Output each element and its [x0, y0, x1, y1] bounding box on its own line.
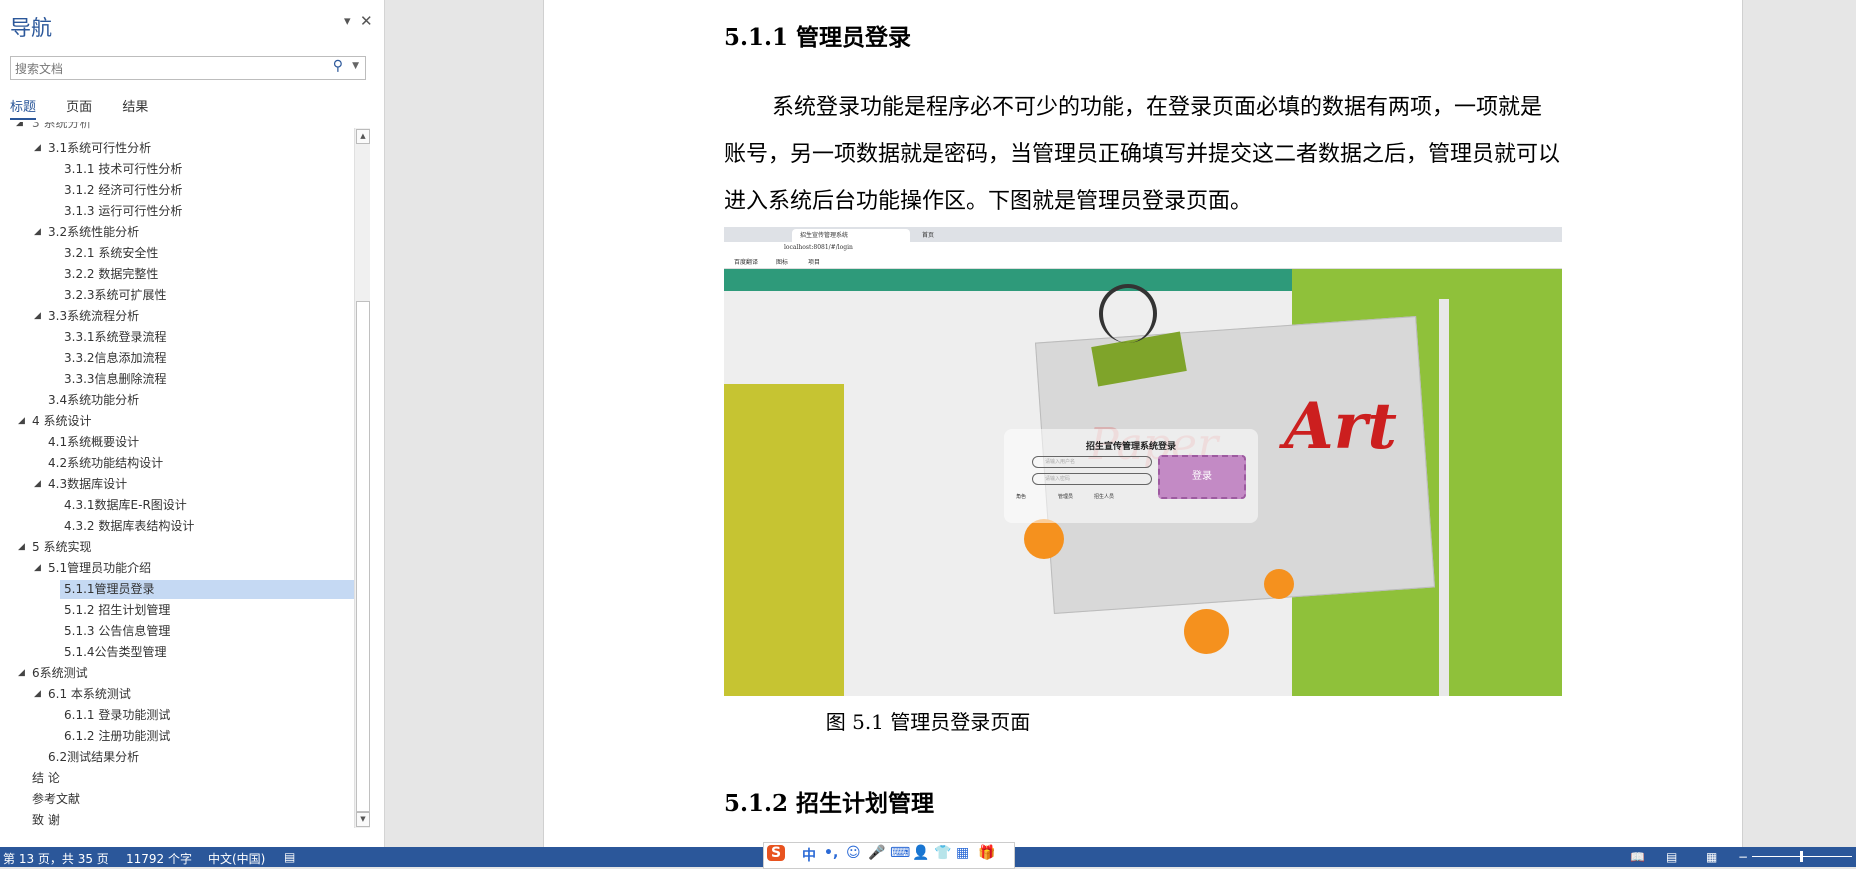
tree-item[interactable]: ◢ 5.1管理员功能介绍 — [34, 559, 151, 578]
search-input[interactable]: 搜索文档 ⚲ ▼ — [10, 56, 366, 80]
login-form: 招生宣传管理系统登录 请输入用户名 请输入密码 登录 角色 管理员 招生人员 — [1004, 429, 1258, 523]
tree-item[interactable]: 5.1.4公告类型管理 — [64, 643, 167, 662]
tree-item[interactable]: 5.1.2 招生计划管理 — [64, 601, 170, 620]
tree-item-clipped[interactable]: ◢ 3 系统分析 — [16, 122, 91, 133]
tree-item[interactable]: ◢ 4 系统设计 — [18, 412, 91, 431]
login-title: 招生宣传管理系统登录 — [1085, 442, 1176, 452]
tree-item[interactable]: ◢ 4.3数据库设计 — [34, 475, 127, 494]
tree-item[interactable]: ◢ 3.3系统流程分析 — [34, 307, 139, 326]
punctuation-icon[interactable]: •, — [824, 845, 838, 861]
password-input[interactable]: 请输入密码 — [1032, 473, 1152, 485]
keyboard-icon[interactable]: ⌨ — [890, 845, 910, 861]
tree-item[interactable]: 3.1.3 运行可行性分析 — [64, 202, 182, 221]
browser-tabbar: 招生宣传管理系统 首页 — [724, 227, 1562, 242]
tree-item[interactable]: 结 论 — [32, 769, 60, 788]
scroll-down-icon[interactable]: ▼ — [356, 812, 370, 827]
tree-item[interactable]: 3.2.3系统可扩展性 — [64, 286, 167, 305]
tree-item[interactable]: ◢ 6.1 本系统测试 — [34, 685, 131, 704]
tree-item[interactable]: ◢ 6系统测试 — [18, 664, 88, 683]
tree-item[interactable]: 3.3.2信息添加流程 — [64, 349, 167, 368]
scroll-up-icon[interactable]: ▲ — [356, 129, 370, 144]
zoom-out-icon[interactable]: − — [1738, 850, 1748, 864]
scroll-thumb[interactable] — [356, 301, 370, 812]
role-admin[interactable]: 管理员 — [1058, 493, 1073, 500]
toolbox-icon[interactable]: ▦ — [956, 845, 969, 861]
print-layout-icon[interactable]: ▤ — [1666, 850, 1677, 864]
browser-tab: 首页 — [922, 232, 935, 239]
browser-bookmarks: 百度翻译 图标 项目 — [724, 255, 1562, 269]
tree-item[interactable]: 4.2系统功能结构设计 — [48, 454, 163, 473]
browser-addressbar: localhost:8081/#/login — [724, 242, 1562, 255]
tree-item[interactable]: 3.1.1 技术可行性分析 — [64, 160, 182, 179]
search-icon[interactable]: ⚲ — [333, 58, 343, 74]
art-text: Art — [1284, 389, 1397, 464]
body-paragraph: 系统登录功能是程序必不可少的功能，在登录页面必填的数据有两项，一项就是账号，另一… — [724, 95, 1561, 214]
browser-url: localhost:8081/#/login — [784, 244, 853, 251]
tab-headings[interactable]: 标题 — [10, 96, 37, 120]
figure-caption: 图 5.1 管理员登录页面 — [825, 710, 1031, 734]
login-button[interactable]: 登录 — [1158, 455, 1246, 499]
tab-pages[interactable]: 页面 — [66, 96, 92, 118]
gift-icon[interactable]: 🎁 — [978, 845, 995, 861]
nav-title: 导航 — [10, 16, 52, 40]
tree-item[interactable]: 致 谢 — [32, 811, 60, 830]
sogou-icon[interactable]: S — [767, 845, 786, 861]
tree-item[interactable]: 4.1系统概要设计 — [48, 433, 139, 452]
page-count[interactable]: 第 13 页，共 35 页 — [3, 850, 109, 867]
login-background: Art Paper 招生宣传管理系统登录 请输入用户名 请输入密码 登录 角色 … — [724, 269, 1562, 696]
language[interactable]: 中文(中国) — [208, 850, 265, 867]
tree-item[interactable]: ◢ 5 系统实现 — [18, 538, 91, 557]
nav-tabs: 标题 页面 结果 — [10, 96, 174, 120]
macro-icon[interactable]: ▤ — [284, 850, 295, 864]
role-label: 角色 — [1016, 494, 1027, 500]
tree-item[interactable]: 6.2测试结果分析 — [48, 748, 139, 767]
close-icon[interactable]: ✕ — [360, 12, 373, 30]
user-icon[interactable]: 👤 — [912, 845, 929, 861]
role-recruiter[interactable]: 招生人员 — [1094, 493, 1114, 500]
tab-results[interactable]: 结果 — [122, 96, 148, 118]
tree-item[interactable]: 3.2.2 数据完整性 — [64, 265, 158, 284]
tree-item[interactable]: 3.3.1系统登录流程 — [64, 328, 167, 347]
clip-wire — [1099, 284, 1157, 343]
tree-item[interactable]: 5.1.3 公告信息管理 — [64, 622, 170, 641]
heading-5-1-2: 5.1.2 招生计划管理 — [724, 790, 935, 817]
tree-item[interactable]: 4.3.1数据库E-R图设计 — [64, 496, 187, 515]
tree-item[interactable]: 3.4系统功能分析 — [48, 391, 139, 410]
voice-icon[interactable]: 🎤 — [868, 845, 885, 861]
word-count[interactable]: 11792 个字 — [126, 850, 192, 867]
tree-item[interactable]: 4.3.2 数据库表结构设计 — [64, 517, 194, 536]
tree-item[interactable]: 参考文献 — [32, 790, 80, 809]
tree-item[interactable]: 3.3.3信息删除流程 — [64, 370, 167, 389]
emoji-icon[interactable]: ☺ — [846, 845, 861, 861]
tree-item[interactable]: ◢ 3.2系统性能分析 — [34, 223, 139, 242]
tree-item-selected[interactable]: 5.1.1管理员登录 — [60, 580, 354, 599]
read-mode-icon[interactable]: 📖 — [1630, 850, 1645, 864]
skin-icon[interactable]: 👕 — [934, 845, 951, 861]
tree-item[interactable]: ◢ 3.1系统可行性分析 — [34, 139, 151, 158]
zoom-thumb[interactable] — [1800, 851, 1803, 862]
search-placeholder: 搜索文档 — [15, 62, 64, 76]
username-input[interactable]: 请输入用户名 — [1032, 456, 1152, 468]
browser-tab-active: 招生宣传管理系统 — [792, 229, 910, 242]
tree-item[interactable]: 3.1.2 经济可行性分析 — [64, 181, 182, 200]
dropdown-arrow-icon[interactable]: ▼ — [352, 61, 359, 71]
chevron-down-icon[interactable]: ▾ — [344, 14, 351, 29]
tree-item[interactable]: 3.2.1 系统安全性 — [64, 244, 158, 263]
login-page-screenshot: 招生宣传管理系统 首页 localhost:8081/#/login 百度翻译 … — [724, 227, 1562, 696]
chinese-mode-icon[interactable]: 中 — [802, 845, 816, 865]
web-layout-icon[interactable]: ▦ — [1706, 850, 1717, 864]
heading-5-1-1: 5.1.1 管理员登录 — [724, 24, 912, 51]
ime-toolbar: S 中 •, ☺ 🎤 ⌨ 👤 👕 ▦ 🎁 — [763, 842, 1015, 869]
